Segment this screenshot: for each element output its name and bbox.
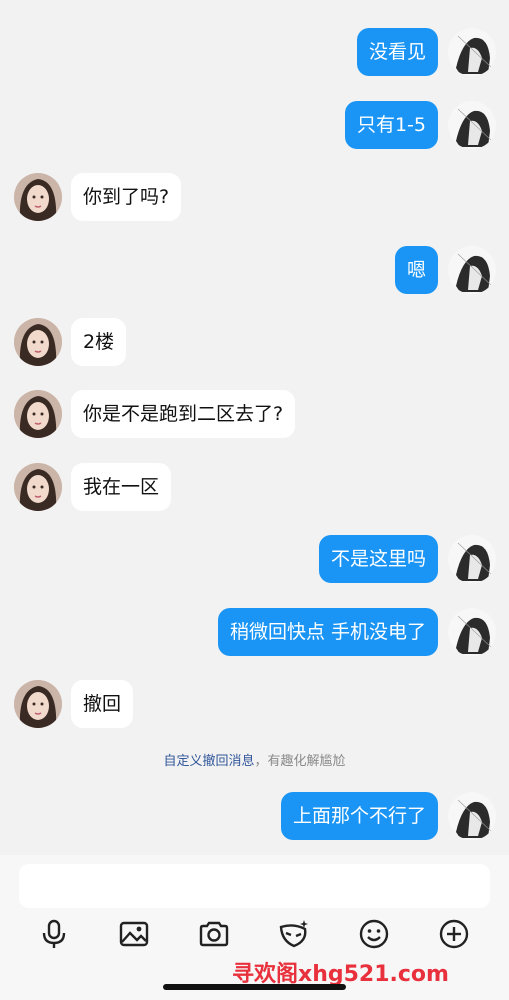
incoming-message-bubble[interactable]: 你到了吗? <box>71 173 182 221</box>
message-row: 2楼 <box>0 318 509 366</box>
message-row: 上面那个不行了 <box>0 792 509 840</box>
contact-avatar[interactable] <box>14 390 62 438</box>
message-input[interactable] <box>19 864 490 908</box>
message-row: 不是这里吗 <box>0 535 509 583</box>
emoji-icon[interactable] <box>357 917 391 951</box>
incoming-message-bubble[interactable]: 我在一区 <box>71 463 172 511</box>
home-indicator[interactable] <box>163 984 346 990</box>
recall-notice-text: ，有趣化解尴尬 <box>254 754 346 769</box>
message-row: 只有1-5 <box>0 101 509 149</box>
outgoing-message-bubble[interactable]: 稍微回快点 手机没电了 <box>217 608 438 656</box>
my-avatar[interactable] <box>448 246 496 294</box>
incoming-message-bubble[interactable]: 撤回 <box>71 680 134 728</box>
mask-icon[interactable] <box>277 917 311 951</box>
microphone-icon[interactable] <box>37 917 71 951</box>
contact-avatar[interactable] <box>14 463 62 511</box>
my-avatar[interactable] <box>448 792 496 840</box>
outgoing-message-bubble[interactable]: 嗯 <box>394 246 438 294</box>
outgoing-message-bubble[interactable]: 上面那个不行了 <box>280 792 438 840</box>
outgoing-message-bubble[interactable]: 不是这里吗 <box>318 535 438 583</box>
plus-icon[interactable] <box>437 917 471 951</box>
message-row: 你到了吗? <box>0 173 509 221</box>
custom-recall-link[interactable]: 自定义撤回消息 <box>163 754 254 769</box>
camera-icon[interactable] <box>197 917 231 951</box>
image-icon[interactable] <box>117 917 151 951</box>
incoming-message-bubble[interactable]: 2楼 <box>71 318 127 366</box>
my-avatar[interactable] <box>448 535 496 583</box>
status-bar-area <box>0 0 509 12</box>
message-row: 稍微回快点 手机没电了 <box>0 608 509 656</box>
message-row: 我在一区 <box>0 463 509 511</box>
contact-avatar[interactable] <box>14 173 62 221</box>
my-avatar[interactable] <box>448 28 496 76</box>
message-row: 没看见 <box>0 28 509 76</box>
incoming-message-bubble[interactable]: 你是不是跑到二区去了? <box>71 390 296 438</box>
outgoing-message-bubble[interactable]: 只有1-5 <box>344 101 438 149</box>
contact-avatar[interactable] <box>14 680 62 728</box>
outgoing-message-bubble[interactable]: 没看见 <box>356 28 438 76</box>
recall-notice: 自定义撤回消息，有趣化解尴尬 <box>0 750 509 769</box>
message-row: 撤回 <box>0 680 509 728</box>
my-avatar[interactable] <box>448 608 496 656</box>
contact-avatar[interactable] <box>14 318 62 366</box>
my-avatar[interactable] <box>448 101 496 149</box>
message-row: 嗯 <box>0 246 509 294</box>
message-row: 你是不是跑到二区去了? <box>0 390 509 438</box>
